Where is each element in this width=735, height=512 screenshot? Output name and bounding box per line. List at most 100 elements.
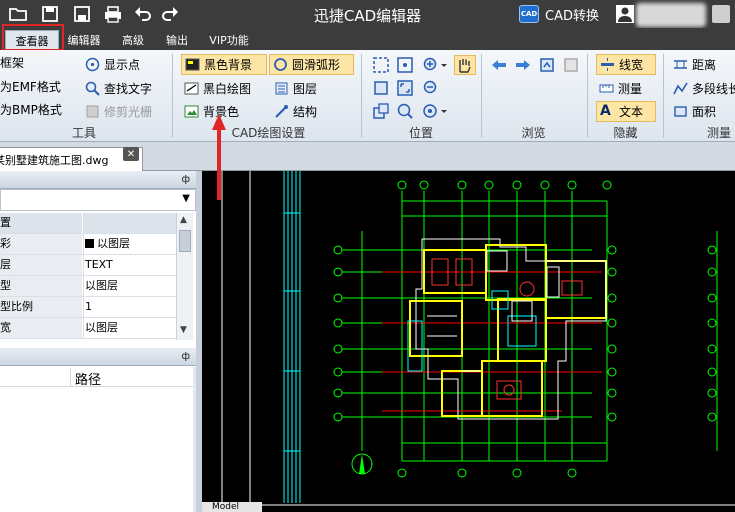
distance-label: 距离 [692, 58, 717, 72]
left-panel: ф ▼ 置 彩 以图层 层 TEXT 型 以图层 型比例 1 宽 以图层 ▲ ▼… [0, 171, 196, 512]
frame-button[interactable]: 框架 [0, 52, 27, 73]
group-label-browse: 浏览 [521, 126, 546, 140]
tab-advanced[interactable]: 高级 [118, 30, 148, 50]
column-divider[interactable] [70, 368, 71, 386]
cad-drawing-canvas[interactable] [202, 171, 735, 512]
files-list-header: 路径 [0, 367, 193, 388]
scrollbar-thumb[interactable] [179, 230, 191, 252]
area-label: 面积 [692, 105, 717, 119]
property-key: 置 [0, 213, 82, 233]
property-row[interactable]: 层 TEXT [0, 255, 176, 276]
pin-icon[interactable]: ф [181, 174, 190, 185]
document-tab[interactable]: 某别墅建筑施工图.dwg [0, 147, 143, 171]
property-value [83, 213, 176, 233]
close-tab-icon[interactable]: ✕ [123, 147, 139, 161]
save-emf-label: 为EMF格式 [0, 80, 61, 94]
drawing-frame-lines [221, 171, 251, 512]
property-key: 宽 [0, 318, 82, 338]
zoom-extents-icon[interactable] [372, 56, 390, 74]
line-width-button[interactable]: 线宽 [596, 54, 656, 75]
zoom-in-dropdown-icon[interactable] [422, 56, 448, 74]
black-white-drawing-button[interactable]: 黑白绘图 [181, 78, 254, 99]
document-tab-label: 某别墅建筑施工图.dwg [0, 153, 109, 167]
document-tab-bar: 某别墅建筑施工图.dwg ✕ [0, 142, 735, 171]
text-toggle-button[interactable]: A 文本 [596, 101, 656, 122]
arrow-right-icon[interactable] [514, 56, 532, 74]
properties-scrollbar[interactable]: ▲ ▼ [176, 213, 193, 340]
structure-icon [274, 104, 289, 119]
black-white-label: 黑白绘图 [203, 82, 252, 96]
layers-button[interactable]: 图层 [271, 78, 320, 99]
cad-convert-button[interactable]: CAD CAD转换 [519, 4, 599, 24]
group-label-tools: 工具 [71, 126, 96, 140]
north-arrow-icon [351, 453, 373, 475]
property-value-color: 以图层 [83, 234, 176, 254]
show-points-label: 显示点 [104, 58, 141, 72]
ribbon: 框架 为EMF格式 为BMP格式 显示点 查找文字 修剪光栅 工具 黑色背景 黑… [0, 50, 735, 142]
property-row[interactable]: 型 以图层 [0, 276, 176, 297]
pan-hand-icon[interactable] [454, 55, 476, 75]
arrow-left-icon[interactable] [490, 56, 508, 74]
polyline-length-label: 多段线长 [692, 82, 735, 96]
structure-button[interactable]: 结构 [271, 101, 320, 122]
user-icon[interactable] [616, 5, 634, 23]
measure-toggle-button[interactable]: 测量 [596, 78, 645, 99]
scroll-up-icon[interactable]: ▲ [180, 215, 187, 225]
zoom-realtime-icon[interactable] [396, 102, 414, 120]
user-account-blurred[interactable] [636, 3, 706, 27]
distance-button[interactable]: 距离 [670, 54, 719, 75]
cad-convert-icon: CAD [519, 5, 539, 23]
pin-icon[interactable]: ф [181, 351, 190, 362]
save-emf-button[interactable]: 为EMF格式 [0, 76, 64, 97]
chevron-down-icon: ▼ [182, 193, 190, 204]
model-tab[interactable]: Model [202, 502, 262, 512]
polyline-length-button[interactable]: 多段线长 [670, 78, 735, 99]
group-label-hide: 隐藏 [613, 126, 638, 140]
save-bmp-label: 为BMP格式 [0, 103, 62, 117]
area-icon [673, 104, 688, 119]
window-control-icon[interactable] [712, 5, 730, 23]
tab-output[interactable]: 输出 [162, 30, 192, 50]
black-background-button[interactable]: 黑色背景 [181, 54, 267, 75]
trim-raster-button[interactable]: 修剪光栅 [82, 101, 155, 122]
save-bmp-button[interactable]: 为BMP格式 [0, 99, 65, 120]
scroll-down-icon[interactable]: ▼ [180, 325, 187, 335]
trim-raster-icon [85, 104, 100, 119]
orbit-dropdown-icon[interactable] [422, 102, 448, 120]
annotation-arrow [212, 114, 226, 200]
group-label-measure: 测量 [706, 126, 731, 140]
tab-editor[interactable]: 编辑器 [64, 30, 104, 50]
property-key: 型比例 [0, 297, 82, 317]
property-row[interactable]: 彩 以图层 [0, 234, 176, 255]
disabled-view-icon[interactable] [562, 56, 580, 74]
property-row[interactable]: 宽 以图层 [0, 318, 176, 339]
active-tab-highlight [2, 24, 64, 51]
find-text-button[interactable]: 查找文字 [82, 78, 155, 99]
area-button[interactable]: 面积 [670, 101, 719, 122]
smooth-arc-icon [273, 57, 288, 72]
zoom-window-icon[interactable] [372, 79, 390, 97]
text-a-icon: A [600, 103, 611, 119]
axis-bubbles [333, 180, 617, 478]
rotate-view-icon[interactable] [538, 56, 556, 74]
ribbon-separator [172, 54, 173, 138]
property-row[interactable]: 置 [0, 213, 176, 234]
trim-raster-label: 修剪光栅 [104, 105, 153, 119]
group-label-position: 位置 [408, 126, 433, 140]
cad-convert-label: CAD转换 [545, 8, 599, 24]
smooth-arc-button[interactable]: 圆滑弧形 [269, 54, 354, 75]
distance-icon [673, 57, 688, 72]
properties-object-select[interactable]: ▼ [0, 189, 196, 211]
show-points-button[interactable]: 显示点 [82, 54, 143, 75]
structure-label: 结构 [293, 105, 318, 119]
property-row[interactable]: 型比例 1 [0, 297, 176, 318]
tab-vip[interactable]: VIP功能 [204, 30, 254, 50]
zoom-previous-icon[interactable] [372, 102, 390, 120]
property-value: TEXT [83, 255, 176, 275]
measure-toggle-label: 测量 [618, 82, 643, 96]
column-header-path[interactable]: 路径 [75, 369, 101, 388]
fit-screen-icon[interactable] [396, 79, 414, 97]
zoom-center-icon[interactable] [396, 56, 414, 74]
polyline-length-icon [673, 81, 688, 96]
zoom-out-icon[interactable] [422, 79, 440, 97]
